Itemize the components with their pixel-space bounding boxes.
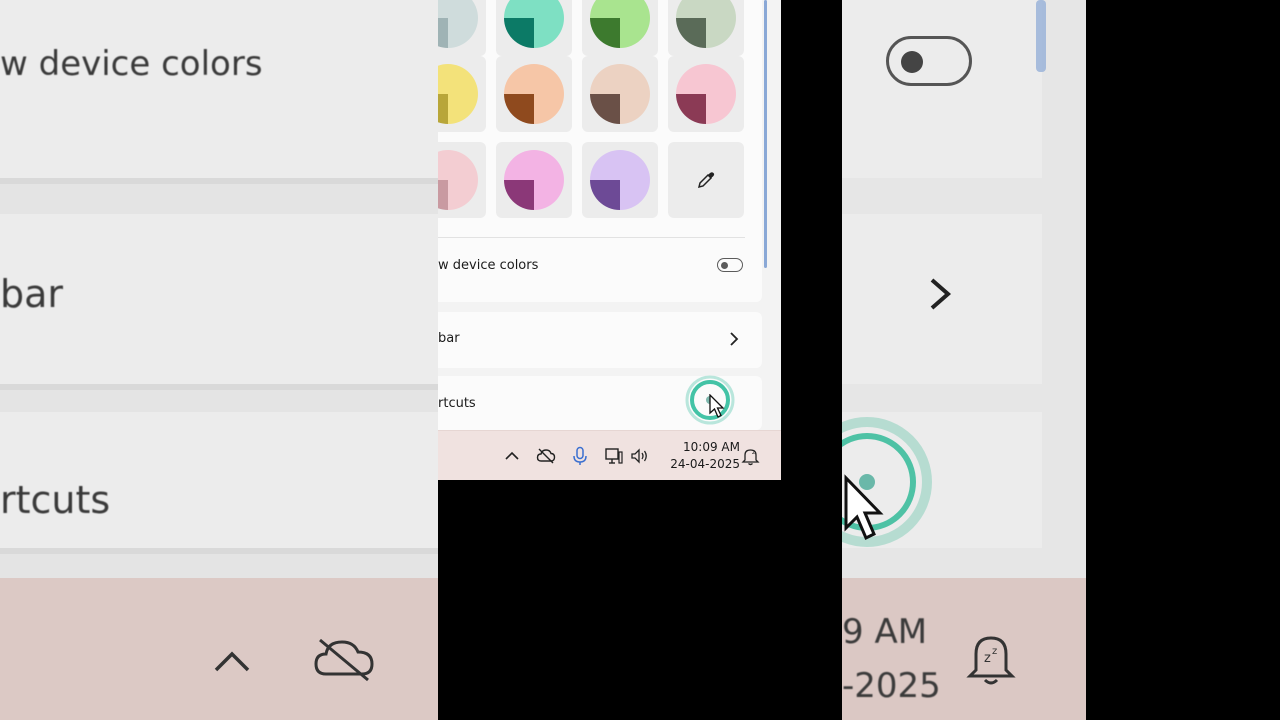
accent-swatch-lavender[interactable] [582,142,658,218]
accent-swatch-teal[interactable] [496,0,572,56]
accent-color-card: w device colors [438,0,762,302]
panel-scrollbar[interactable] [764,0,767,268]
accent-swatch-green[interactable] [582,0,658,56]
swatch-circle [438,0,478,48]
bg-card-device-colors [0,0,438,184]
swatch-circle [504,150,564,210]
swatch-circle [590,0,650,48]
chevron-up-icon[interactable] [502,446,522,466]
eyedropper-icon [697,172,715,189]
bg-label-shortcuts: rtcuts [0,478,111,522]
bg-card-right-1 [842,0,1042,178]
volume-icon[interactable] [630,446,650,466]
bg-scrollbar [1036,0,1046,72]
custom-color-button[interactable] [668,142,744,218]
accent-swatch-peach[interactable] [496,56,572,132]
personalization-panel: w device colors bar rtcuts 10:09 AM 24-0… [438,0,781,480]
toggle-knob [721,261,728,269]
taskbar-clock[interactable]: 10:09 AM 24-04-2025 [660,439,740,473]
bg-notification-snooze-icon: z z [966,636,1016,685]
bg-toggle [886,36,972,86]
bg-time: 9 AM [842,612,928,652]
chevron-right-icon [730,332,739,346]
taskbar-settings-row[interactable]: bar [438,312,762,368]
accent-swatch-yellow[interactable] [438,56,486,132]
accent-swatch-slate[interactable] [438,0,486,56]
card-divider [438,237,745,238]
bg-label-taskbar: bar [0,272,64,316]
bg-chevron-up-icon [214,651,250,672]
accent-swatch-blush[interactable] [438,142,486,218]
mouse-cursor-icon [709,394,725,418]
swatch-circle [438,150,478,210]
bg-chevron-right-icon [930,278,952,310]
swatch-circle [504,64,564,124]
svg-text:z: z [992,646,997,657]
zoomed-background-right: 9 AM -2025 z z [842,0,1086,720]
shortcuts-row-label: rtcuts [438,396,476,411]
microphone-icon[interactable] [570,446,590,466]
bg-click-ring [842,417,932,547]
windows-taskbar: 10:09 AM 24-04-2025 z [438,430,781,480]
accent-swatch-sand[interactable] [582,56,658,132]
swatch-circle [590,150,650,210]
clock-date: 24-04-2025 [670,457,740,471]
svg-text:z: z [752,449,755,456]
accent-swatch-rose[interactable] [668,56,744,132]
bg-card-taskbar [0,214,438,390]
network-display-icon[interactable] [604,446,624,466]
swatch-circle [590,64,650,124]
bg-label-device-colors: w device colors [0,44,263,84]
swatch-circle [438,64,478,124]
swatch-circle [676,64,736,124]
swatch-circle [676,0,736,48]
show-device-colors-label: w device colors [438,258,539,273]
bg-cloud-off-icon [314,638,374,682]
show-device-colors-toggle[interactable] [717,258,743,272]
svg-text:z: z [984,651,991,666]
notification-snooze-icon[interactable]: z [741,446,761,466]
clock-time: 10:09 AM [683,440,740,454]
bg-date: -2025 [842,666,941,706]
zoomed-background-left: w device colors bar rtcuts [0,0,438,720]
accent-swatch-sage[interactable] [668,0,744,56]
taskbar-row-label: bar [438,331,460,346]
swatch-circle [504,0,564,48]
accent-swatch-pink[interactable] [496,142,572,218]
onedrive-offline-icon[interactable] [536,446,556,466]
